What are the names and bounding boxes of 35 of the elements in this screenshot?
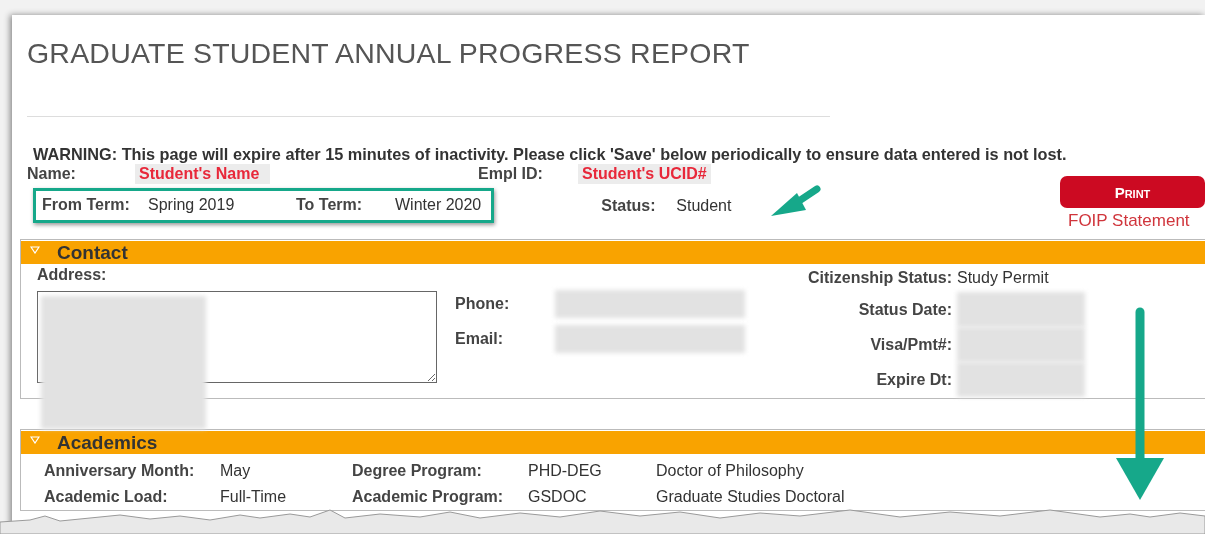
field-label: Degree Program: (352, 462, 483, 480)
field-label: Status Date: (857, 300, 953, 319)
foip-link[interactable]: FOIP Statement (1068, 211, 1190, 231)
field-value: GSDOC (528, 488, 588, 506)
field-label: From Term: (42, 196, 131, 214)
field-label: Empl ID: (478, 165, 544, 183)
field-label: Status: (601, 196, 657, 215)
field-value: Winter 2020 (395, 196, 482, 214)
field-value: Student's UCID# (578, 164, 711, 184)
field-value: Study Permit (957, 269, 1050, 287)
field-label: Phone: (455, 294, 511, 313)
field-value: Student's Name (135, 164, 270, 184)
section-header[interactable]: Contact (21, 241, 1205, 264)
pointer-arrow (771, 185, 821, 216)
field-label: Email: (455, 329, 504, 348)
field-label: Citizenship Status: (807, 269, 953, 287)
field-value: May (220, 462, 252, 480)
field-label: Expire Dt: (875, 370, 953, 389)
field-label: Academic Load: (44, 488, 169, 506)
field-value: Doctor of Philosophy (656, 462, 805, 480)
field-label: Anniversary Month: (44, 462, 196, 480)
field-label: Visa/Pmt#: (869, 335, 953, 354)
field-value: PHD-DEG (528, 462, 603, 480)
page-title: GRADUATE STUDENT ANNUAL PROGRESS REPORT (26, 36, 751, 70)
field-label: Name: (27, 165, 77, 183)
field-label: Academic Program: (352, 488, 505, 506)
field-label: Address: (37, 266, 108, 284)
warning-text: WARNING: This page will expire after 15 minutes of inactivity. Please click 'Save' below periodically to ensure data entered is not lost. (33, 145, 1068, 164)
field-value: Full-Time (220, 488, 288, 506)
field-value: Graduate Studies Doctoral (656, 488, 846, 506)
print-button[interactable]: Print (1060, 176, 1205, 208)
field-value: Student (676, 196, 732, 215)
section-header[interactable]: Academics (21, 431, 1205, 454)
field-value: Spring 2019 (148, 196, 236, 214)
field-label: To Term: (296, 196, 364, 214)
